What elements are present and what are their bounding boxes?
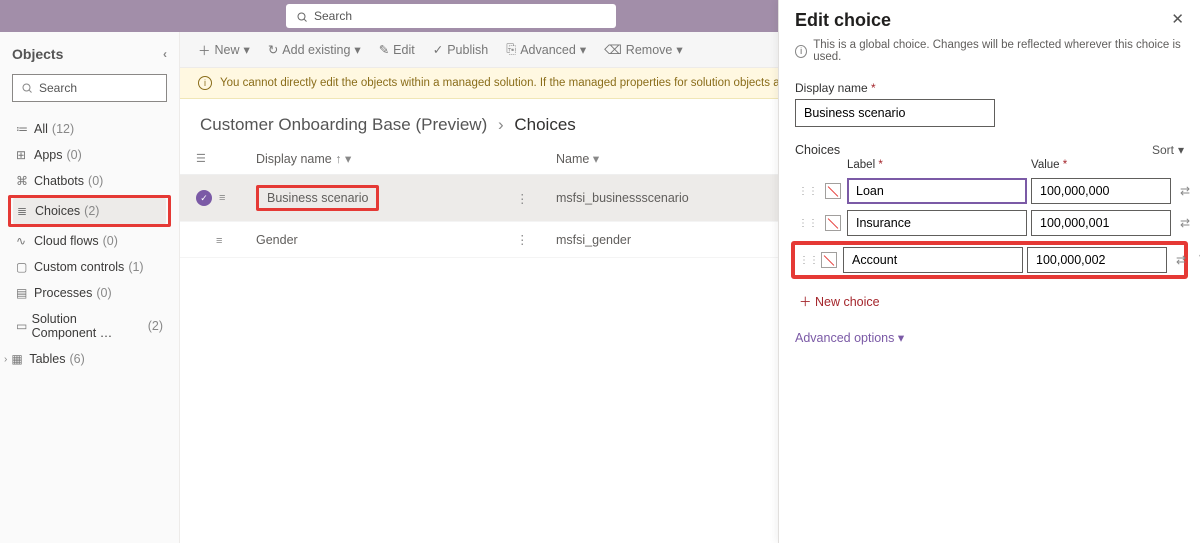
collapse-icon[interactable]: ‹ <box>163 47 167 61</box>
global-search[interactable]: Search <box>286 4 616 28</box>
plus-icon: ＋ <box>799 295 812 309</box>
choice-value-input[interactable] <box>1031 178 1171 204</box>
nav-chatbots[interactable]: ⌘Chatbots(0) <box>12 168 167 194</box>
choices-icon: ≣ <box>17 204 35 218</box>
info-icon: i <box>198 76 212 90</box>
panel-info: i This is a global choice. Changes will … <box>779 35 1200 75</box>
close-icon[interactable]: ✕ <box>1171 10 1184 28</box>
nav-cloud-flows[interactable]: ∿Cloud flows(0) <box>12 228 167 254</box>
display-name-label: Display name <box>795 81 1184 95</box>
choice-label-input[interactable] <box>847 178 1027 204</box>
panel-title: Edit choice <box>795 10 891 31</box>
chevron-down-icon: ▾ <box>1178 143 1184 157</box>
sort-asc-icon: ↑ <box>335 152 341 166</box>
drag-handle-icon[interactable]: ⋮⋮ <box>795 186 821 197</box>
nav-custom-controls[interactable]: ▢Custom controls(1) <box>12 254 167 280</box>
col-name[interactable]: Name ▾ <box>556 151 776 166</box>
sidebar-search[interactable]: Search <box>12 74 167 102</box>
chevron-down-icon: ▾ <box>898 331 904 345</box>
delete-icon[interactable]: 🗑 <box>1195 253 1200 267</box>
edit-icon: ✎ <box>379 42 389 57</box>
nav-all[interactable]: ≔All(12) <box>12 116 167 142</box>
row-type-icon: ≡ <box>216 235 222 247</box>
chevron-down-icon: ▾ <box>244 42 250 57</box>
highlight-box: Business scenario <box>256 185 379 211</box>
process-icon: ▤ <box>16 286 34 300</box>
chevron-down-icon: ▾ <box>345 152 351 166</box>
col-label: Label <box>847 159 1027 171</box>
nav-tables[interactable]: ›▦Tables(6) <box>12 346 167 372</box>
choice-row-highlighted: ⋮⋮ ⇄ 🗑 <box>791 241 1188 279</box>
cmd-publish[interactable]: ✓Publish <box>433 42 488 57</box>
choice-row: ⋮⋮ ⇄ 🗑 <box>779 207 1200 239</box>
flow-icon: ∿ <box>16 234 34 248</box>
chevron-down-icon: ▾ <box>593 152 599 166</box>
col-value: Value <box>1031 159 1171 171</box>
cmd-advanced[interactable]: ⎘Advanced▾ <box>506 42 586 57</box>
sidebar-nav: ≔All(12) ⊞Apps(0) ⌘Chatbots(0) ≣Choices(… <box>12 116 167 372</box>
color-swatch[interactable] <box>825 215 841 231</box>
options-icon[interactable]: ⇄ <box>1171 253 1191 267</box>
choice-label-input[interactable] <box>843 247 1023 273</box>
selected-check-icon: ✓ <box>196 190 212 206</box>
info-icon: i <box>795 45 807 58</box>
control-icon: ▢ <box>16 260 34 274</box>
choice-row: ⋮⋮ ⇄ 🗑 <box>779 175 1200 207</box>
list-icon: ≔ <box>16 122 34 136</box>
choice-label-input[interactable] <box>847 210 1027 236</box>
table-icon: ▦ <box>11 352 29 366</box>
sort-button[interactable]: Sort▾ <box>1152 143 1184 157</box>
sidebar-title: Objects <box>12 46 63 62</box>
nav-solution-component[interactable]: ▭Solution Component …(2) <box>12 306 167 346</box>
nav-processes[interactable]: ▤Processes(0) <box>12 280 167 306</box>
plus-icon: ＋ <box>198 40 211 59</box>
advanced-options-toggle[interactable]: Advanced options ▾ <box>779 314 1200 361</box>
options-icon[interactable]: ⇄ <box>1175 216 1195 230</box>
cmd-add-existing[interactable]: ↻Add existing▾ <box>268 42 361 57</box>
chatbot-icon: ⌘ <box>16 174 34 188</box>
options-icon[interactable]: ⇄ <box>1175 184 1195 198</box>
color-swatch[interactable] <box>825 183 841 199</box>
cmd-new[interactable]: ＋New▾ <box>198 40 250 59</box>
apps-icon: ⊞ <box>16 148 34 162</box>
display-name-input[interactable] <box>795 99 995 127</box>
objects-sidebar: Objects ‹ Search ≔All(12) ⊞Apps(0) ⌘Chat… <box>0 32 180 543</box>
remove-icon: ⌫ <box>604 42 622 57</box>
drag-handle-icon[interactable]: ⋮⋮ <box>799 255 817 266</box>
row-more-icon[interactable]: ⋮ <box>516 191 556 206</box>
chevron-down-icon: ▾ <box>354 42 360 57</box>
chevron-right-icon: › <box>4 354 7 365</box>
component-icon: ▭ <box>16 319 32 333</box>
row-more-icon[interactable]: ⋮ <box>516 232 556 247</box>
col-display-name[interactable]: Display name ↑ ▾ <box>256 151 516 166</box>
row-type-icon: ≡ <box>219 192 225 204</box>
drag-handle-icon[interactable]: ⋮⋮ <box>795 218 821 229</box>
search-icon <box>296 9 308 23</box>
advanced-icon: ⎘ <box>506 42 516 57</box>
breadcrumb-parent[interactable]: Customer Onboarding Base (Preview) <box>200 115 487 134</box>
highlight-choices: ≣Choices(2) <box>8 195 171 227</box>
color-swatch[interactable] <box>821 252 837 268</box>
chevron-right-icon: › <box>498 115 504 134</box>
global-search-placeholder: Search <box>314 9 352 23</box>
cmd-remove[interactable]: ⌫Remove▾ <box>604 42 683 57</box>
breadcrumb-current: Choices <box>514 115 575 134</box>
nav-choices[interactable]: ≣Choices(2) <box>13 198 166 224</box>
choice-value-input[interactable] <box>1031 210 1171 236</box>
new-choice-button[interactable]: ＋ New choice <box>779 281 1200 314</box>
cmd-edit[interactable]: ✎Edit <box>379 42 415 57</box>
add-existing-icon: ↻ <box>268 42 278 57</box>
select-column-icon[interactable]: ☰ <box>196 152 256 165</box>
nav-apps[interactable]: ⊞Apps(0) <box>12 142 167 168</box>
edit-choice-panel: Edit choice ✕ i This is a global choice.… <box>778 0 1200 543</box>
publish-icon: ✓ <box>433 42 443 57</box>
chevron-down-icon: ▾ <box>676 42 682 57</box>
choices-section-label: Choices <box>795 143 840 157</box>
choice-value-input[interactable] <box>1027 247 1167 273</box>
chevron-down-icon: ▾ <box>580 42 586 57</box>
